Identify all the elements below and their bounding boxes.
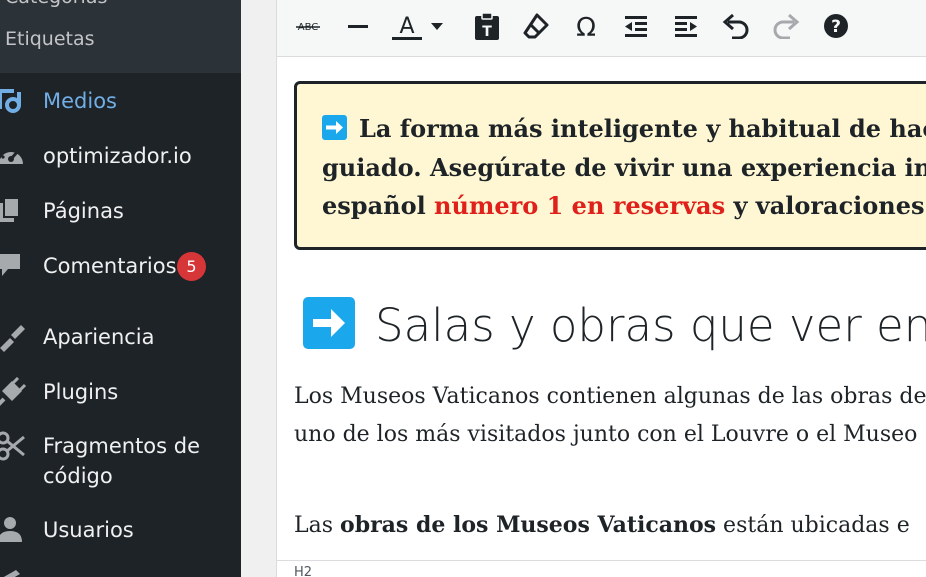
pages-icon — [0, 196, 26, 226]
sidebar-item-label: optimizador.io — [43, 144, 192, 168]
text-color-dropdown-icon[interactable] — [427, 9, 447, 43]
editor-status-bar: H2 — [277, 560, 926, 577]
comments-icon — [0, 251, 26, 281]
submenu: Categorías Etiquetas — [0, 0, 241, 73]
paste-as-text-icon[interactable]: T — [470, 9, 504, 43]
callout-highlight-red: número 1 en reservas — [434, 191, 726, 220]
special-character-icon[interactable]: Ω — [569, 9, 603, 43]
sidebar-item-pages[interactable]: Páginas — [0, 196, 241, 244]
svg-text:Ω: Ω — [576, 13, 596, 40]
redo-icon[interactable] — [769, 9, 803, 43]
sidebar-item-comments[interactable]: Comentarios 5 — [0, 251, 241, 299]
outdent-icon[interactable] — [619, 9, 653, 43]
svg-text:T: T — [482, 24, 492, 40]
media-icon — [0, 86, 26, 116]
comments-count-badge: 5 — [177, 252, 206, 281]
sidebar-item-label: Fragmentos de — [43, 434, 201, 458]
arrow-right-icon — [322, 115, 347, 140]
element-path[interactable]: H2 — [294, 565, 312, 577]
heading-text: Salas y obras que ver en los — [375, 299, 926, 352]
appearance-brush-icon — [0, 322, 26, 352]
editor-content[interactable]: La forma más inteligente y habitual de h… — [277, 57, 926, 562]
sidebar-item-media[interactable]: Medios — [0, 86, 241, 134]
horizontal-line-icon[interactable] — [341, 9, 375, 43]
clear-formatting-icon[interactable] — [519, 9, 553, 43]
sidebar-item-code-snippets[interactable]: Fragmentos de código — [0, 431, 241, 495]
sidebar-item-tools[interactable] — [0, 568, 241, 577]
sidebar-item-label: Páginas — [43, 199, 124, 223]
callout-line-2: guiado. Asegúrate de vivir una experienc… — [322, 152, 926, 182]
admin-sidebar: Categorías Etiquetas Medios optimizador.… — [0, 0, 241, 577]
tools-icon — [0, 568, 26, 577]
paragraph-1-line-1: Los Museos Vaticanos contienen algunas d… — [294, 384, 926, 409]
plugins-icon — [0, 377, 26, 407]
submenu-item-tags[interactable]: Etiquetas — [5, 28, 95, 50]
paragraph-1: Los Museos Vaticanos contienen algunas d… — [294, 378, 926, 454]
strikethrough-icon[interactable]: ABC — [291, 9, 325, 43]
sidebar-item-label: Usuarios — [43, 518, 134, 542]
sidebar-item-label-line2: código — [43, 464, 113, 488]
callout-text: La forma más inteligente y habitual de h… — [322, 110, 926, 226]
sidebar-item-plugins[interactable]: Plugins — [0, 377, 241, 425]
callout-line-3: español número 1 en reservas y valoracio… — [322, 191, 926, 220]
section-heading-h2: Salas y obras que ver en los — [303, 295, 926, 357]
paragraph-1-line-2: uno de los más visitados junto con el Lo… — [294, 422, 918, 447]
highlight-callout: La forma más inteligente y habitual de h… — [294, 81, 926, 250]
sidebar-item-label: Comentarios — [43, 254, 177, 278]
sidebar-item-optimizador[interactable]: optimizador.io — [0, 141, 241, 189]
scissors-icon — [0, 431, 26, 461]
paragraph-2: Las obras de los Museos Vaticanos están … — [294, 512, 910, 538]
paragraph-2-bold: obras de los Museos Vaticanos — [340, 512, 717, 538]
svg-text:?: ? — [831, 17, 841, 37]
text-color-icon[interactable]: A — [390, 9, 424, 43]
sidebar-item-users[interactable]: Usuarios — [0, 515, 241, 563]
users-icon — [0, 515, 26, 545]
submenu-item-categories[interactable]: Categorías — [5, 0, 107, 8]
sidebar-item-label: Apariencia — [43, 325, 155, 349]
undo-icon[interactable] — [719, 9, 753, 43]
sidebar-item-label: Medios — [43, 89, 117, 113]
sidebar-item-appearance[interactable]: Apariencia — [0, 322, 241, 370]
callout-line-1: La forma más inteligente y habitual de h… — [322, 110, 926, 149]
svg-text:A: A — [399, 14, 414, 39]
dashboard-gauge-icon — [0, 141, 26, 171]
arrow-right-icon — [303, 297, 355, 349]
classic-editor: ABC A T Ω ? La forma más inteligente y h… — [276, 0, 926, 577]
indent-icon[interactable] — [669, 9, 703, 43]
sidebar-item-label: Plugins — [43, 380, 119, 404]
editor-toolbar: ABC A T Ω ? — [277, 0, 926, 57]
help-icon[interactable]: ? — [819, 9, 853, 43]
